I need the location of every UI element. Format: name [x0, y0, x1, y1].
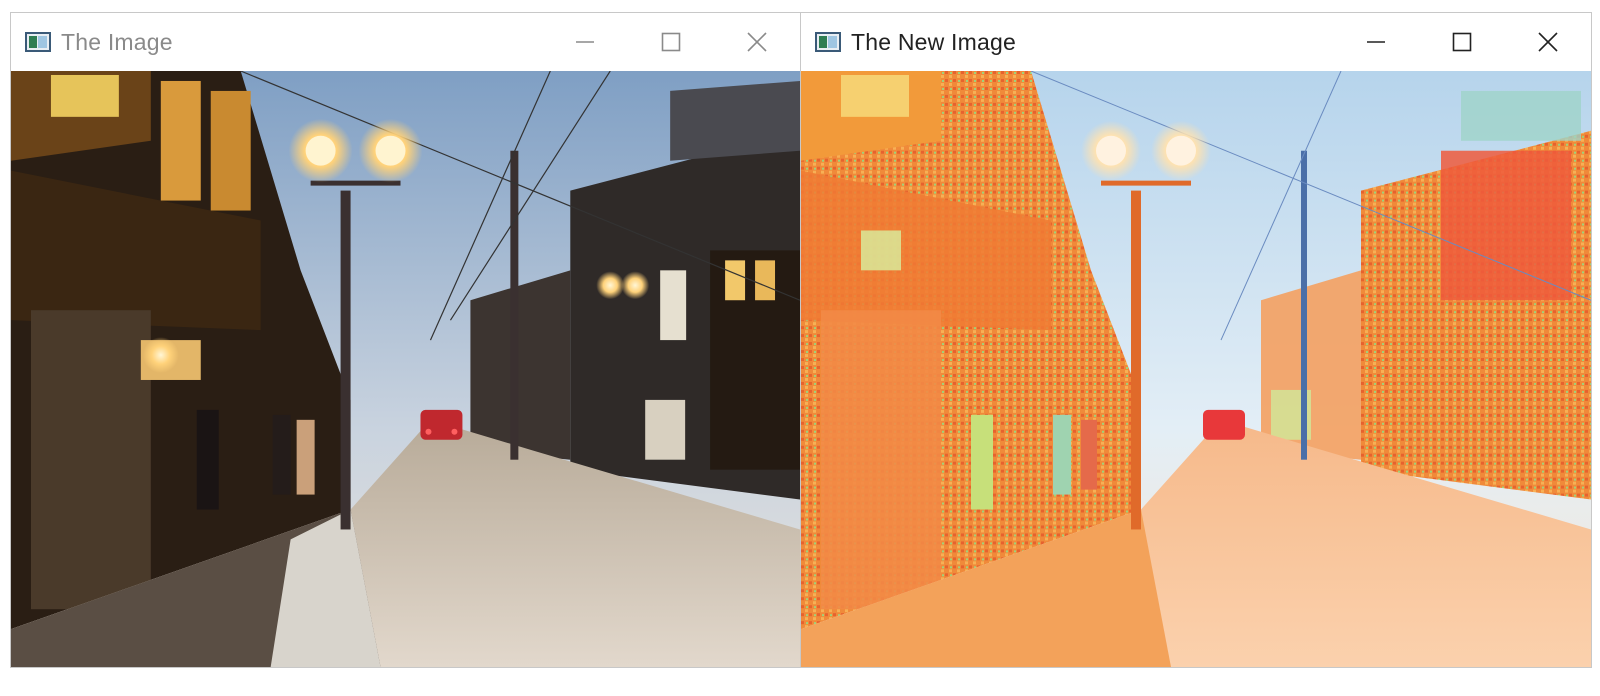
maximize-button[interactable] [1419, 13, 1505, 71]
window-title: The New Image [851, 28, 1016, 55]
processed-street-photo [801, 71, 1591, 667]
app-icon [25, 32, 51, 52]
original-street-photo [11, 71, 800, 667]
close-icon [747, 32, 767, 52]
maximize-icon [1452, 32, 1472, 52]
title-bar[interactable]: The Image [11, 13, 800, 71]
minimize-button[interactable] [542, 13, 628, 71]
maximize-icon [661, 32, 681, 52]
maximize-button[interactable] [628, 13, 714, 71]
minimize-icon [576, 41, 594, 43]
window-the-image[interactable]: The Image [10, 12, 800, 668]
window-title: The Image [61, 28, 173, 55]
close-icon [1538, 32, 1558, 52]
app-icon [815, 32, 841, 52]
close-button[interactable] [1505, 13, 1591, 71]
window-the-new-image[interactable]: The New Image [800, 12, 1592, 668]
image-display-area [801, 71, 1591, 667]
minimize-icon [1367, 41, 1385, 43]
image-display-area [11, 71, 800, 667]
minimize-button[interactable] [1333, 13, 1419, 71]
title-bar[interactable]: The New Image [801, 13, 1591, 71]
close-button[interactable] [714, 13, 800, 71]
